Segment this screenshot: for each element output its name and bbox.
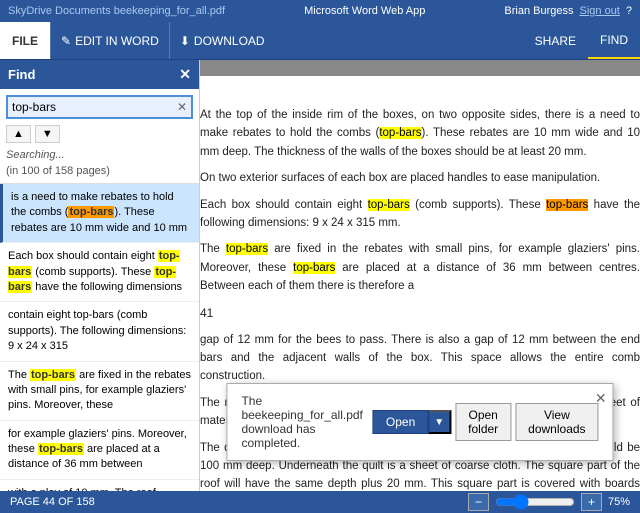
edit-icon: ✎	[61, 34, 71, 48]
open-file-label: Open	[386, 415, 415, 429]
tab-find[interactable]: FIND	[588, 22, 640, 59]
tab-find-label: FIND	[600, 33, 628, 47]
tab-file-label: FILE	[12, 34, 38, 48]
doc-paragraph: The top-bars are fixed in the rebates wi…	[200, 240, 640, 295]
find-result-item[interactable]: with a play of 10 mm. The roof contains …	[0, 480, 199, 491]
zoom-controls: − + 75%	[468, 493, 630, 511]
open-dropdown-button[interactable]: ▼	[428, 410, 451, 434]
zoom-slider[interactable]	[495, 494, 575, 510]
doc-paragraph: At the top of the inside rim of the boxe…	[200, 106, 640, 161]
ribbon: FILE ✎ EDIT IN WORD ⬇ DOWNLOAD SHARE FIN…	[0, 22, 640, 60]
find-result-item[interactable]: contain eight top-bars (comb supports). …	[0, 302, 199, 361]
app-title: Microsoft Word Web App	[225, 5, 504, 17]
find-result-item[interactable]: Each box should contain eight top-bars (…	[0, 243, 199, 302]
breadcrumb: SkyDrive Documents beekeeping_for_all.pd…	[8, 5, 225, 17]
signout-link[interactable]: Sign out	[580, 5, 620, 17]
find-next-button[interactable]: ▼	[35, 125, 60, 143]
open-folder-button[interactable]: Open folder	[455, 403, 511, 441]
document-area: At the top of the inside rim of the boxe…	[200, 60, 640, 491]
doc-paragraph: Each box should contain eight top-bars (…	[200, 196, 640, 233]
main-area: Find ✕ ✕ ▲ ▼ Searching... (in 100 of 158…	[0, 60, 640, 491]
find-panel-title: Find	[8, 67, 35, 82]
help-icon[interactable]: ?	[626, 5, 632, 17]
find-input-row: ✕	[6, 95, 193, 119]
find-result-item[interactable]: The top-bars are fixed in the rebates wi…	[0, 362, 199, 421]
notification-close-button[interactable]: ✕	[595, 390, 607, 407]
tab-share-label: SHARE	[535, 34, 576, 48]
breadcrumb-text: SkyDrive Documents beekeeping_for_all.pd…	[8, 5, 225, 17]
notification-text: The beekeeping_for_all.pdf download has …	[241, 394, 362, 450]
top-bar: SkyDrive Documents beekeeping_for_all.pd…	[0, 0, 640, 22]
username: Brian Burgess	[504, 5, 573, 17]
tab-download[interactable]: ⬇ DOWNLOAD	[169, 22, 275, 59]
user-area: Brian Burgess Sign out ?	[504, 5, 632, 17]
find-status: Searching...	[0, 147, 199, 165]
find-panel-close[interactable]: ✕	[179, 66, 191, 83]
find-search-input[interactable]	[8, 97, 173, 117]
doc-paragraph: On two exterior surfaces of each box are…	[200, 169, 640, 187]
find-count: (in 100 of 158 pages)	[6, 165, 193, 177]
status-bar: PAGE 44 OF 158 − + 75%	[0, 491, 640, 513]
doc-paragraph: gap of 12 mm for the bees to pass. There…	[200, 331, 640, 386]
find-result-text: Each box should contain eight top-bars (…	[8, 250, 182, 293]
find-result-text: for example glaziers' pins. Moreover, th…	[8, 428, 187, 471]
zoom-out-button[interactable]: −	[468, 493, 489, 511]
find-panel: Find ✕ ✕ ▲ ▼ Searching... (in 100 of 158…	[0, 60, 200, 491]
view-downloads-button[interactable]: View downloads	[515, 403, 598, 441]
open-button-group: Open ▼	[373, 410, 451, 434]
find-results-list: is a need to make rebates to hold the co…	[0, 183, 199, 491]
page-info: PAGE 44 OF 158	[10, 496, 95, 508]
find-prev-button[interactable]: ▲	[6, 125, 31, 143]
download-notification: ✕ The beekeeping_for_all.pdf download ha…	[226, 383, 613, 461]
find-result-text: is a need to make rebates to hold the co…	[11, 191, 187, 234]
tab-download-label: DOWNLOAD	[194, 34, 265, 48]
find-clear-button[interactable]: ✕	[173, 100, 191, 114]
find-result-text: The top-bars are fixed in the rebates wi…	[8, 369, 191, 412]
open-file-button[interactable]: Open	[373, 410, 428, 434]
download-icon: ⬇	[180, 34, 190, 48]
zoom-level: 75%	[608, 496, 630, 508]
notification-actions: Open ▼ Open folder View downloads	[373, 403, 599, 441]
tab-file[interactable]: FILE	[0, 22, 50, 59]
view-downloads-label: View downloads	[528, 408, 585, 436]
tab-edit-in-word[interactable]: ✎ EDIT IN WORD	[50, 22, 169, 59]
find-result-item[interactable]: for example glaziers' pins. Moreover, th…	[0, 421, 199, 480]
zoom-in-button[interactable]: +	[581, 493, 602, 511]
page-number: 41	[200, 304, 640, 323]
tab-edit-in-word-label: EDIT IN WORD	[75, 34, 159, 48]
tab-share[interactable]: SHARE	[523, 22, 588, 59]
find-panel-header: Find ✕	[0, 60, 199, 89]
find-result-text: with a play of 10 mm. The roof contains …	[8, 487, 174, 491]
find-result-item[interactable]: is a need to make rebates to hold the co…	[0, 184, 199, 243]
open-folder-label: Open folder	[468, 408, 498, 436]
find-result-text: contain eight top-bars (comb supports). …	[8, 309, 186, 352]
